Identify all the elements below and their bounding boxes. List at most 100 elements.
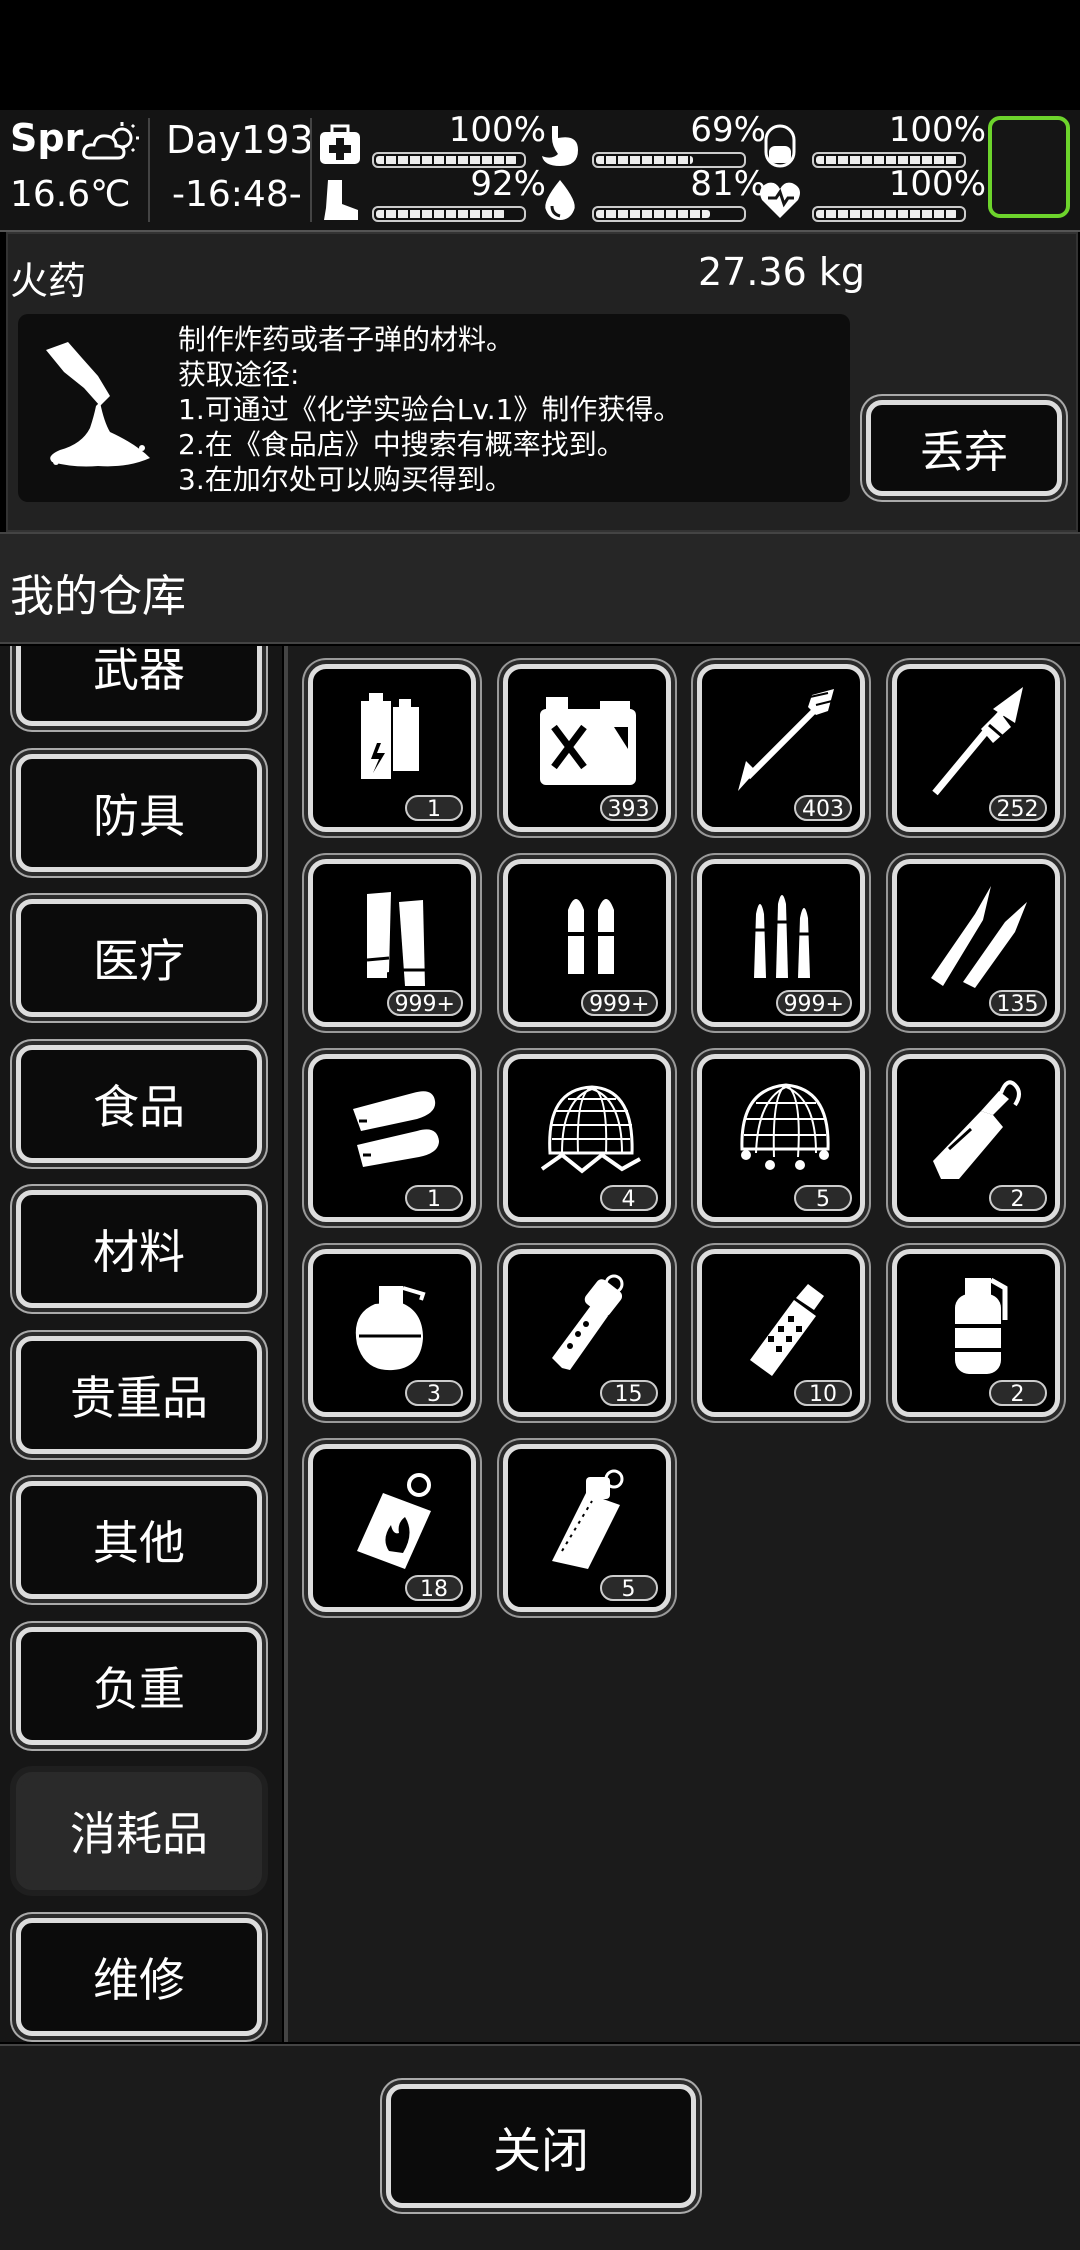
thirst-value: 81% [690, 164, 766, 204]
item-slot[interactable]: 999+ [697, 859, 865, 1027]
smoke-grenade-icon [954, 1277, 1007, 1374]
item-quantity: 2 [988, 1185, 1047, 1212]
hud-bar: Spr 16.6℃ Day193 -16:48- 100% 69% 100% 92% 8… [0, 110, 1080, 232]
item-weight: 27.36 kg [698, 250, 865, 294]
item-grid[interactable]: 1 393 403 252 999+ 999+ 999+ 135 1 4 5 2 3 15 10 2 18 5 [284, 646, 1080, 2042]
capsule-icon [758, 124, 802, 168]
item-quantity: 4 [599, 1185, 658, 1212]
mood-bar [812, 206, 966, 222]
partly-cloudy-icon [82, 122, 140, 166]
drop-button[interactable]: 丢弃 [866, 400, 1062, 496]
item-quantity: 18 [405, 1575, 463, 1602]
item-quantity: 1 [405, 1185, 463, 1212]
item-quantity: 1 [405, 795, 463, 822]
thirst-bar-ticks [594, 208, 744, 220]
category-tab[interactable]: 其他 [16, 1481, 262, 1599]
item-description: 制作炸药或者子弹的材料。 获取途径: 1.可通过《化学实验台Lv.1》制作获得。… [178, 322, 681, 497]
item-quantity: 5 [794, 1185, 852, 1212]
hud-divider [310, 118, 312, 222]
item-slot[interactable]: 252 [891, 664, 1060, 832]
mood-value: 100% [888, 164, 986, 204]
item-slot[interactable]: 135 [891, 859, 1060, 1027]
gunpowder-icon [38, 336, 160, 476]
description-line: 2.在《食品店》中搜索有概率找到。 [178, 428, 625, 461]
item-slot[interactable]: 999+ [308, 859, 476, 1027]
energy-value: 100% [888, 110, 986, 150]
category-label: 食品 [93, 1079, 185, 1134]
description-line: 1.可通过《化学实验台Lv.1》制作获得。 [178, 393, 682, 426]
net-trap-icon [540, 1085, 641, 1174]
category-tab[interactable]: 食品 [16, 1044, 262, 1163]
category-tab[interactable]: 武器 [16, 646, 262, 726]
item-slot[interactable]: 3 [308, 1249, 476, 1417]
time-label: -16:48- [172, 174, 302, 215]
category-tab[interactable]: 负重 [16, 1626, 262, 1745]
category-label: 维修 [93, 1952, 185, 2007]
sticky-bomb-icon [551, 1469, 623, 1569]
category-label: 医疗 [93, 934, 185, 988]
pistol-ammo-icon [567, 899, 614, 974]
sniper-ammo-icon [930, 886, 1027, 988]
category-label: 贵重品 [70, 1370, 208, 1425]
category-label: 消耗品 [70, 1807, 208, 1861]
category-tab[interactable]: 消耗品 [16, 1772, 262, 1890]
shotgun-shell-icon [366, 892, 425, 986]
category-label: 负重 [93, 1661, 185, 1716]
close-button-label: 关闭 [492, 2123, 589, 2179]
item-slot[interactable]: 403 [697, 664, 865, 832]
item-slot[interactable]: 5 [697, 1054, 865, 1222]
item-quantity: 999+ [386, 990, 463, 1017]
item-slot[interactable]: 15 [502, 1249, 671, 1417]
category-label: 其他 [93, 1516, 185, 1570]
item-slot[interactable]: 393 [502, 664, 671, 832]
item-quantity: 3 [405, 1380, 463, 1407]
item-quantity: 135 [988, 990, 1047, 1017]
rifle-ammo-icon [754, 895, 810, 978]
category-tab[interactable]: 材料 [16, 1190, 262, 1308]
category-tab[interactable]: 贵重品 [16, 1335, 262, 1454]
item-quantity: 2 [988, 1380, 1047, 1407]
category-list[interactable]: 武器防具医疗食品材料贵重品其他负重消耗品维修 [0, 646, 282, 2042]
category-tab[interactable]: 防具 [16, 753, 262, 872]
category-tab[interactable]: 维修 [16, 1917, 262, 2036]
boot-icon [318, 178, 362, 222]
item-slot[interactable]: 4 [502, 1054, 671, 1222]
medkit-icon [318, 124, 362, 168]
system-status-bar [0, 0, 1080, 110]
season-label: Spr [10, 116, 84, 160]
item-slot[interactable]: 10 [697, 1249, 865, 1417]
description-line: 3.在加尔处可以购买得到。 [178, 463, 513, 496]
item-quantity: 403 [794, 795, 852, 822]
stun-grenade-icon [750, 1284, 824, 1376]
close-button[interactable]: 关闭 [386, 2084, 696, 2208]
hud-divider [148, 118, 150, 222]
stamina-value: 92% [470, 164, 546, 204]
item-quantity: 999+ [775, 990, 852, 1017]
item-slot[interactable]: 999+ [502, 859, 671, 1027]
temperature-label: 16.6℃ [10, 174, 131, 215]
item-quantity: 999+ [581, 990, 658, 1017]
incendiary-icon [357, 1473, 431, 1569]
drop-button-label: 丢弃 [920, 427, 1008, 478]
item-slot[interactable]: 2 [891, 1249, 1060, 1417]
hunger-value: 69% [690, 110, 766, 150]
item-slot[interactable]: 2 [891, 1054, 1060, 1222]
grenade-round-icon [353, 1091, 439, 1167]
flashbang-icon [551, 1274, 623, 1370]
item-quantity: 5 [599, 1575, 658, 1602]
category-label: 防具 [93, 788, 185, 843]
category-tab[interactable]: 医疗 [16, 899, 262, 1017]
throw-net-icon [740, 1083, 830, 1170]
stamina-bar [372, 206, 526, 222]
item-slot[interactable]: 1 [308, 664, 476, 832]
thirst-bar [592, 206, 746, 222]
item-name: 火药 [10, 259, 87, 303]
mood-bar-ticks [814, 208, 964, 220]
molotov-icon [932, 1080, 1021, 1179]
item-slot[interactable]: 5 [502, 1444, 671, 1612]
item-slot[interactable]: 1 [308, 1054, 476, 1222]
frag-grenade-icon [355, 1286, 426, 1371]
quick-slot[interactable] [988, 116, 1070, 218]
warehouse-title: 我的仓库 [10, 571, 186, 622]
item-slot[interactable]: 18 [308, 1444, 476, 1612]
